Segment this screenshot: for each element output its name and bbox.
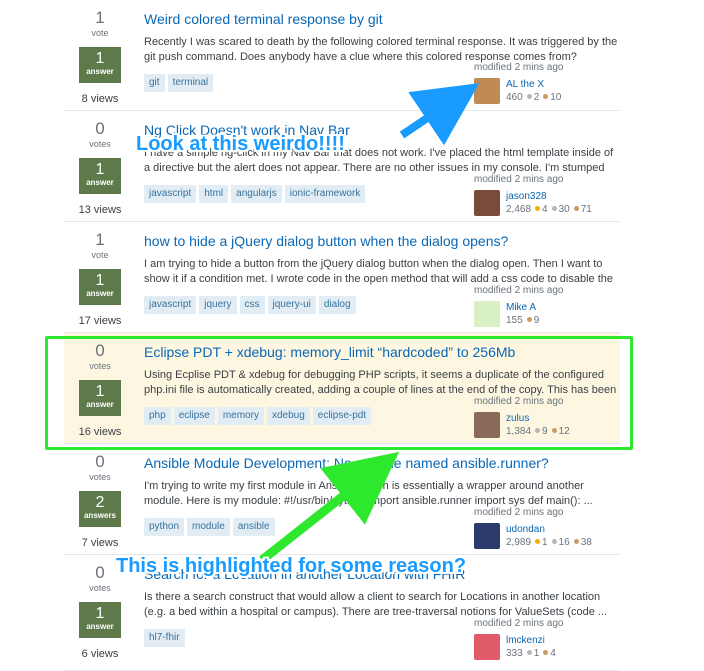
green-arrow — [259, 451, 400, 564]
blue-arrow — [399, 83, 480, 146]
highlight-annotation-text: This is highlighted for some reason? — [116, 555, 467, 577]
weirdo-annotation-text: Look at this weirdo!!!! — [136, 133, 345, 155]
